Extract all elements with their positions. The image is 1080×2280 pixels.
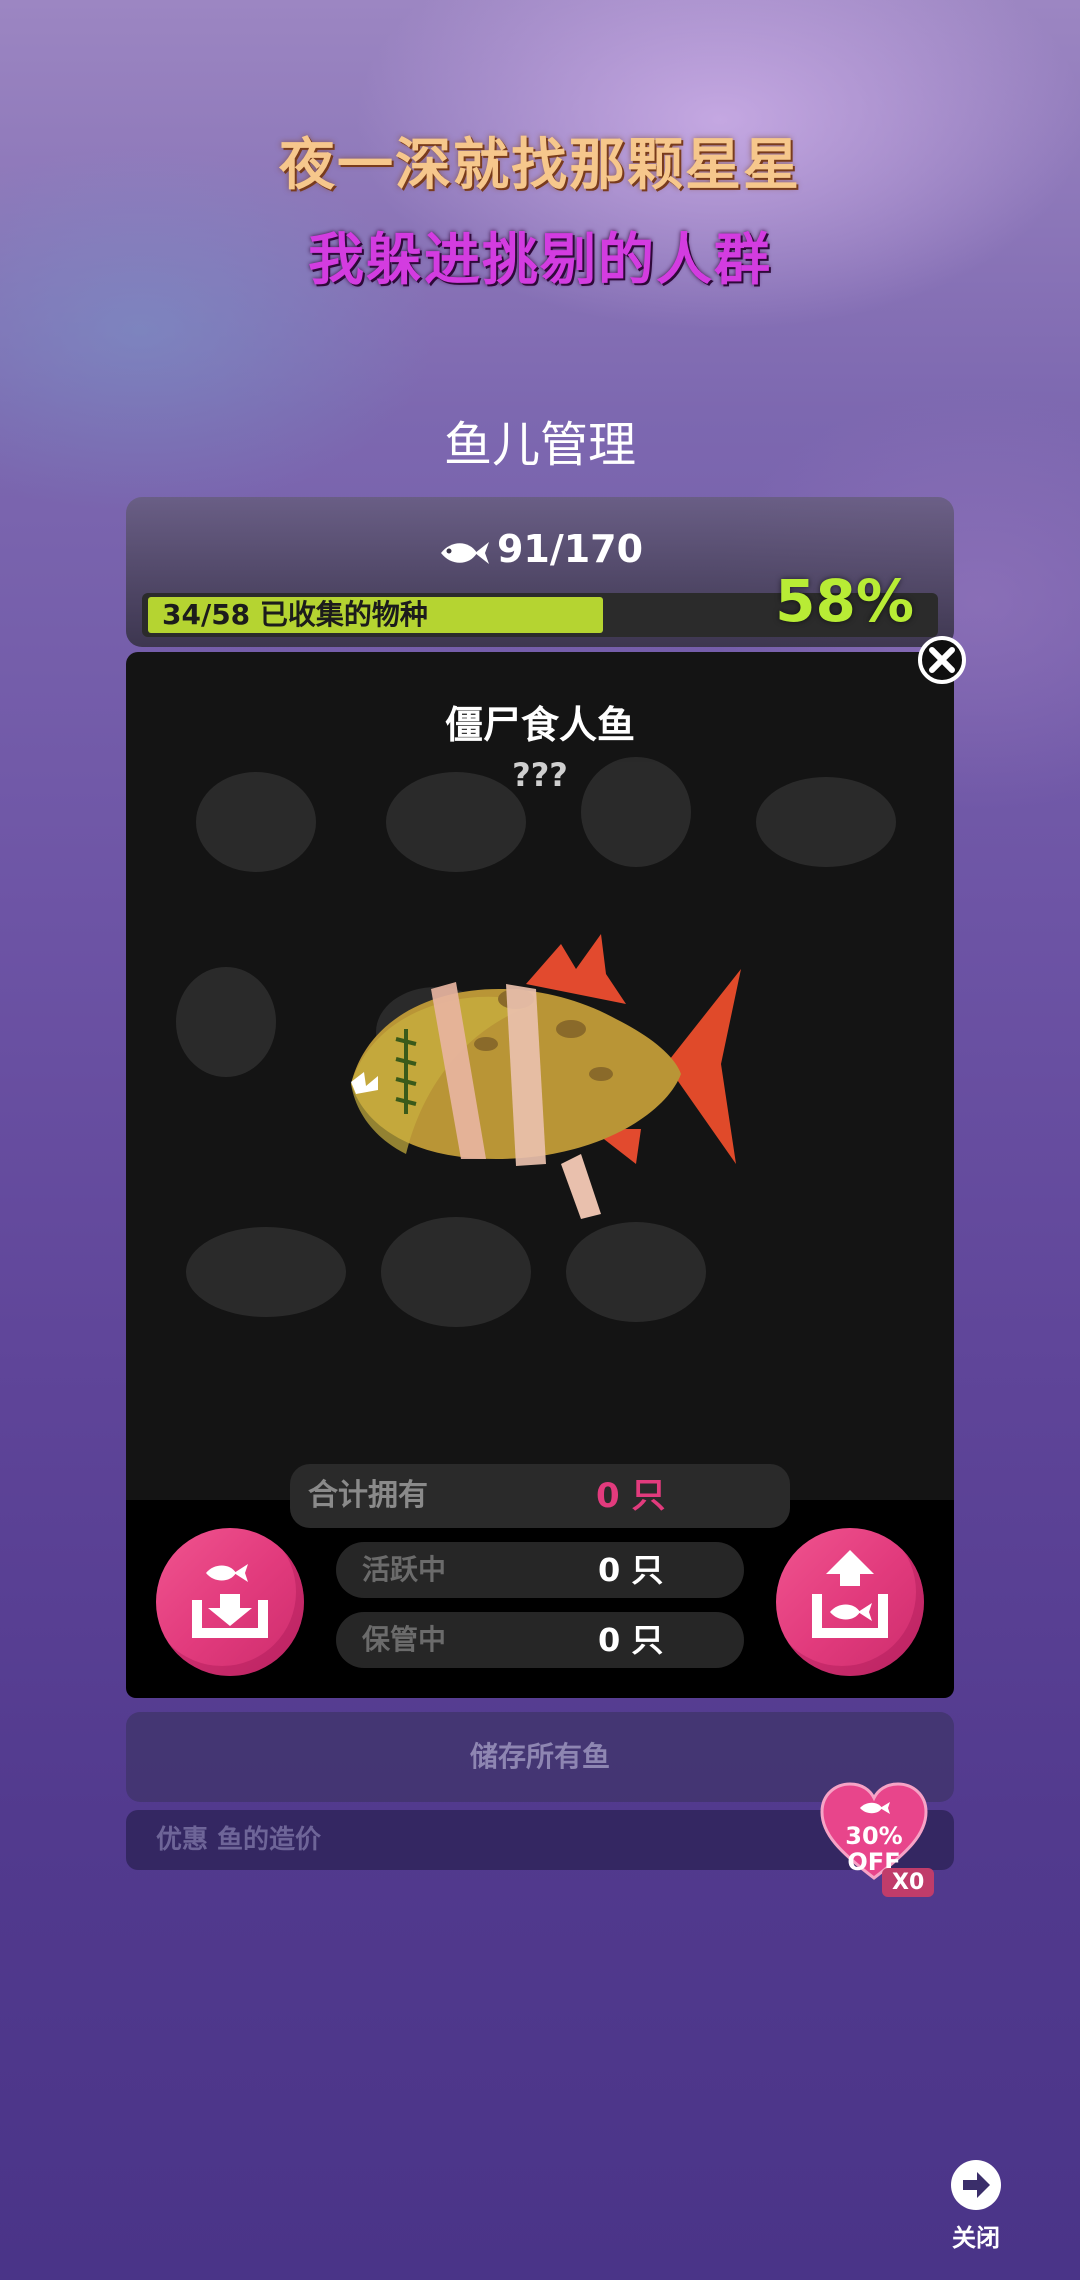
active-count-value: 0 只: [598, 1551, 664, 1589]
fish-count-value: 91/170: [496, 527, 644, 571]
total-owned-label: 合计拥有: [308, 1478, 428, 1513]
close-icon: [929, 647, 955, 673]
page-title: 鱼儿管理: [443, 417, 636, 473]
active-count-label: 活跃中: [362, 1553, 447, 1586]
discount-badge[interactable]: 30% OFF X0: [820, 1782, 940, 1902]
release-fish-button[interactable]: [776, 1528, 924, 1676]
collection-stats-panel: 91/170 34/58 已收集的物种 58%: [126, 497, 954, 647]
store-fish-icon: [192, 1564, 268, 1638]
total-owned-row: 合计拥有 0 只: [290, 1464, 790, 1528]
total-owned-value: 0 只: [596, 1476, 666, 1516]
release-fish-icon: [812, 1550, 888, 1638]
fish-name: 僵尸食人鱼: [444, 703, 635, 747]
discount-percent: 30%: [845, 1822, 903, 1850]
zombie-piranha-image: [351, 934, 741, 1219]
store-fish-button[interactable]: [156, 1528, 304, 1676]
storage-count-value: 0 只: [598, 1621, 664, 1659]
fish-count: 91/170: [126, 527, 954, 571]
fish-info: ???: [512, 756, 568, 794]
close-button-circle: [951, 2160, 1001, 2210]
collection-percent: 58%: [775, 567, 914, 635]
arrow-right-icon: [963, 2172, 990, 2198]
lyric-line-2: 我躲进挑剔的人群: [308, 228, 772, 293]
species-progress-label: 34/58 已收集的物种: [162, 598, 428, 631]
close-label: 关闭: [952, 2224, 1000, 2252]
close-detail-button[interactable]: [918, 636, 966, 684]
discount-text: 优惠 鱼的造价: [156, 1825, 322, 1855]
storage-count-row: 保管中 0 只: [336, 1612, 744, 1668]
lyric-line-1: 夜一深就找那颗星星: [279, 133, 801, 198]
close-button[interactable]: 关闭: [946, 2160, 1006, 2253]
fish-detail-panel: 僵尸食人鱼 ???: [126, 652, 954, 1500]
storage-count-label: 保管中: [362, 1623, 447, 1656]
active-count-row: 活跃中 0 只: [336, 1542, 744, 1598]
discount-multiplier: X0: [882, 1868, 935, 1897]
fish-icon: [440, 542, 489, 564]
fish-actions-bar: [126, 1500, 954, 1698]
